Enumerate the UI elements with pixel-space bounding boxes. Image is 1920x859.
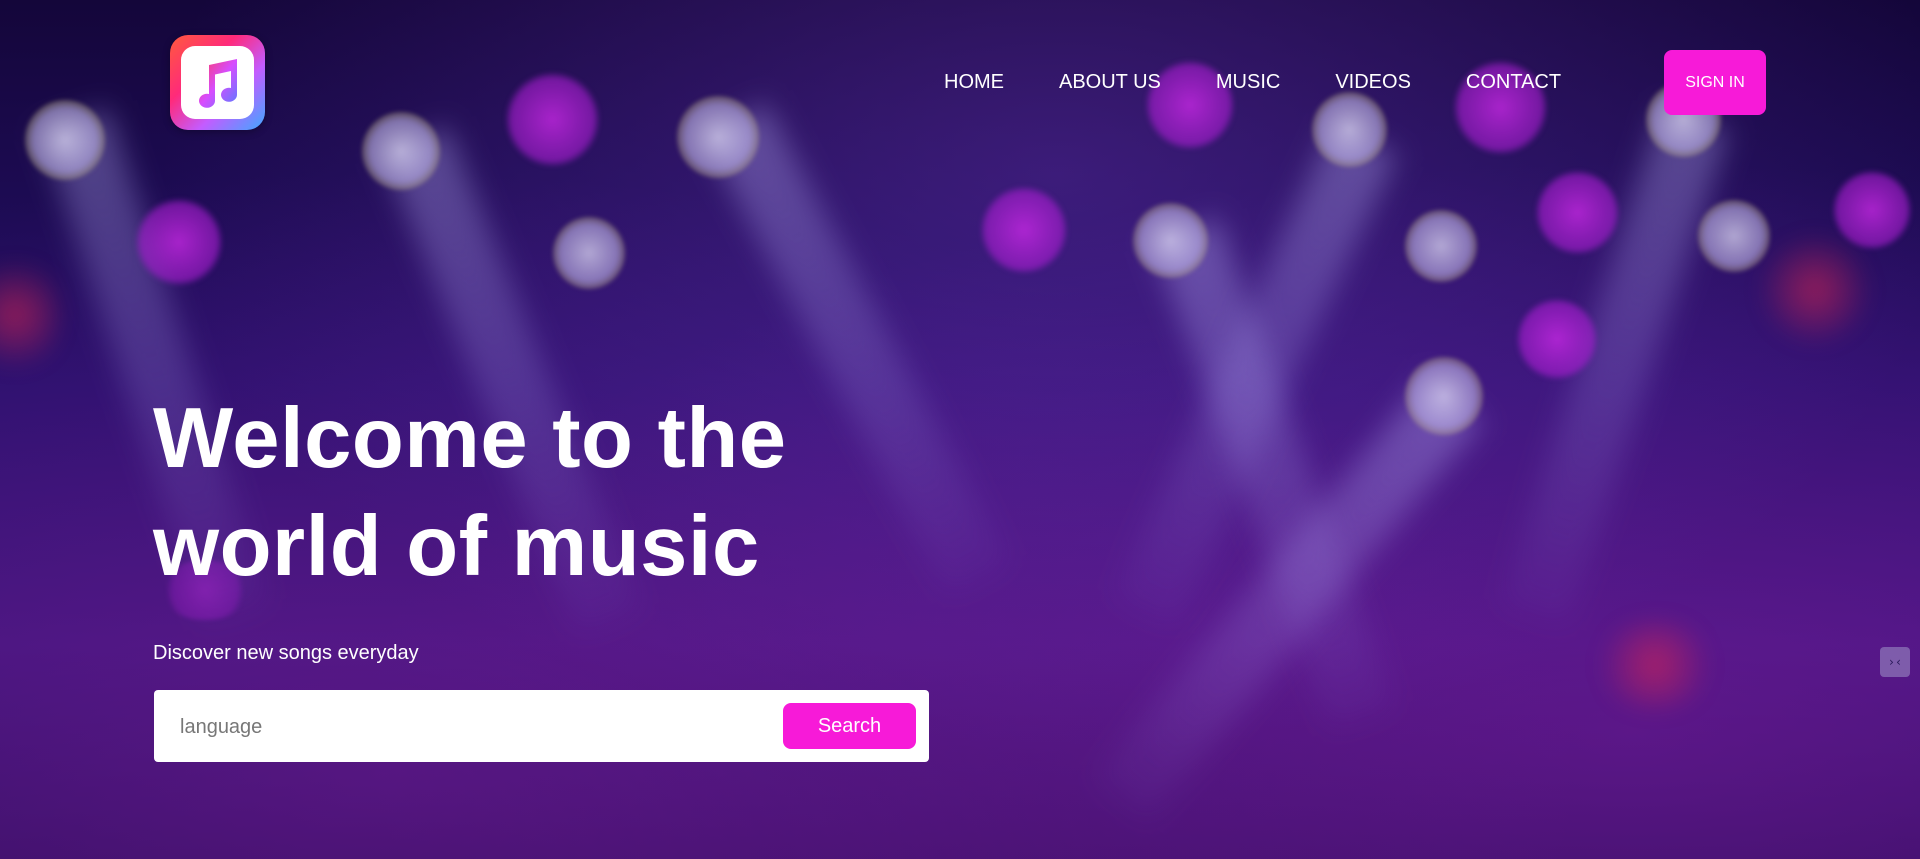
nav-music[interactable]: MUSIC xyxy=(1216,70,1280,94)
nav-about-us[interactable]: ABOUT US xyxy=(1059,70,1161,94)
search-bar: Search xyxy=(154,690,929,762)
nav-home[interactable]: HOME xyxy=(944,70,1004,94)
site-header: HOME ABOUT US MUSIC VIDEOS CONTACT SIGN … xyxy=(0,0,1920,165)
hero-title: Welcome to the world of music xyxy=(153,385,1053,601)
site-logo[interactable] xyxy=(170,35,265,130)
music-note-icon xyxy=(198,58,237,108)
nav-videos[interactable]: VIDEOS xyxy=(1335,70,1411,94)
nav-contact[interactable]: CONTACT xyxy=(1466,70,1561,94)
main-nav: HOME ABOUT US MUSIC VIDEOS CONTACT xyxy=(944,70,1616,94)
search-input[interactable] xyxy=(178,708,682,746)
hero-section: Welcome to the world of music Discover n… xyxy=(153,385,1053,665)
hero-title-line-2: world of music xyxy=(153,499,760,594)
search-button[interactable]: Search xyxy=(783,703,916,749)
sign-in-button[interactable]: SIGN IN xyxy=(1664,50,1766,115)
hero-title-line-1: Welcome to the xyxy=(153,391,787,486)
hero-subtitle: Discover new songs everyday xyxy=(153,642,419,664)
collapse-arrows-icon[interactable]: ›‹ xyxy=(1880,647,1910,677)
